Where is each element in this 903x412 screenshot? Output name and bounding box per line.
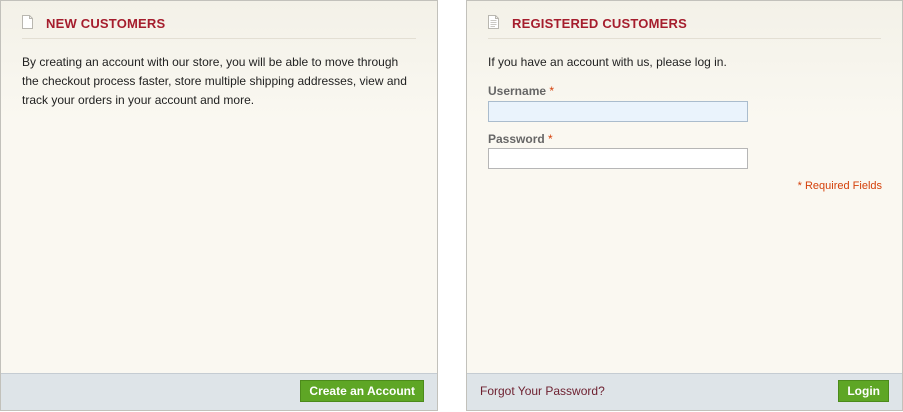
new-customers-footer: Create an Account: [1, 373, 437, 410]
username-label: Username *: [488, 84, 554, 98]
registered-customers-header: REGISTERED CUSTOMERS: [488, 12, 881, 39]
create-account-button[interactable]: Create an Account: [300, 380, 424, 402]
required-asterisk: *: [549, 84, 555, 98]
registered-customers-panel: REGISTERED CUSTOMERS If you have an acco…: [466, 0, 903, 411]
required-asterisk: *: [548, 132, 553, 146]
username-input[interactable]: [488, 101, 748, 122]
new-customers-description: By creating an account with our store, y…: [22, 55, 407, 107]
login-intro-text: If you have an account with us, please l…: [488, 55, 727, 69]
password-input[interactable]: [488, 148, 748, 169]
new-customers-title: NEW CUSTOMERS: [46, 16, 166, 31]
password-label-text: Password: [488, 132, 545, 146]
registered-customers-footer: Forgot Your Password? Login: [467, 373, 902, 410]
new-customers-header: NEW CUSTOMERS: [22, 12, 416, 39]
login-button[interactable]: Login: [838, 380, 889, 402]
forgot-password-link[interactable]: Forgot Your Password?: [480, 384, 605, 398]
username-label-text: Username: [488, 84, 547, 98]
required-fields-note: * Required Fields: [797, 180, 882, 192]
document-lines-icon: [488, 15, 499, 29]
registered-customers-title: REGISTERED CUSTOMERS: [512, 16, 687, 31]
document-icon: [22, 15, 33, 29]
new-customers-panel: NEW CUSTOMERS By creating an account wit…: [0, 0, 438, 411]
password-label: Password *: [488, 132, 553, 146]
